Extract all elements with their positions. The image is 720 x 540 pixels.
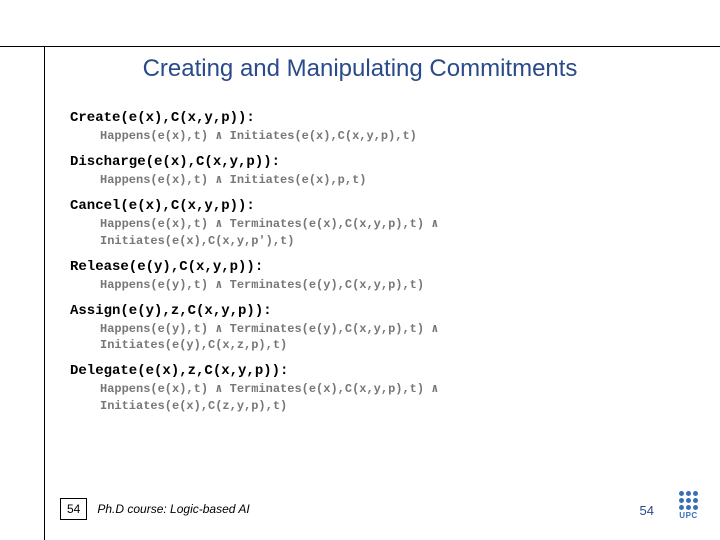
op-head: Cancel(e(x),C(x,y,p)): [70, 198, 670, 214]
course-label: Ph.D course: Logic-based AI [97, 502, 249, 516]
op-cancel: Cancel(e(x),C(x,y,p)): Happens(e(x),t) ∧… [70, 198, 670, 248]
op-body: Happens(e(x),t) ∧ Initiates(e(x),p,t) [100, 172, 670, 188]
op-body: Happens(e(y),t) ∧ Terminates(e(y),C(x,y,… [100, 321, 670, 353]
op-delegate: Delegate(e(x),z,C(x,y,p)): Happens(e(x),… [70, 363, 670, 413]
op-head: Discharge(e(x),C(x,y,p)): [70, 154, 670, 170]
slide-title: Creating and Manipulating Commitments [0, 55, 720, 83]
page-number-box: 54 [60, 498, 87, 520]
op-body: Happens(e(x),t) ∧ Terminates(e(x),C(x,y,… [100, 216, 670, 248]
op-head: Assign(e(y),z,C(x,y,p)): [70, 303, 670, 319]
page-number-right: 54 [640, 503, 654, 518]
footer-left: 54 Ph.D course: Logic-based AI [60, 498, 250, 520]
op-head: Create(e(x),C(x,y,p)): [70, 110, 670, 126]
op-head: Delegate(e(x),z,C(x,y,p)): [70, 363, 670, 379]
op-body: Happens(e(y),t) ∧ Terminates(e(y),C(x,y,… [100, 277, 670, 293]
op-discharge: Discharge(e(x),C(x,y,p)): Happens(e(x),t… [70, 154, 670, 188]
top-rule [0, 46, 720, 47]
op-create: Create(e(x),C(x,y,p)): Happens(e(x),t) ∧… [70, 110, 670, 144]
upc-label: UPC [679, 511, 698, 520]
op-head: Release(e(y),C(x,y,p)): [70, 259, 670, 275]
upc-dots-icon [679, 491, 698, 510]
op-assign: Assign(e(y),z,C(x,y,p)): Happens(e(y),t)… [70, 303, 670, 353]
op-body: Happens(e(x),t) ∧ Terminates(e(x),C(x,y,… [100, 381, 670, 413]
left-rule [44, 46, 45, 540]
op-release: Release(e(y),C(x,y,p)): Happens(e(y),t) … [70, 259, 670, 293]
slide-content: Create(e(x),C(x,y,p)): Happens(e(x),t) ∧… [70, 100, 670, 414]
upc-logo: UPC [679, 491, 698, 520]
op-body: Happens(e(x),t) ∧ Initiates(e(x),C(x,y,p… [100, 128, 670, 144]
